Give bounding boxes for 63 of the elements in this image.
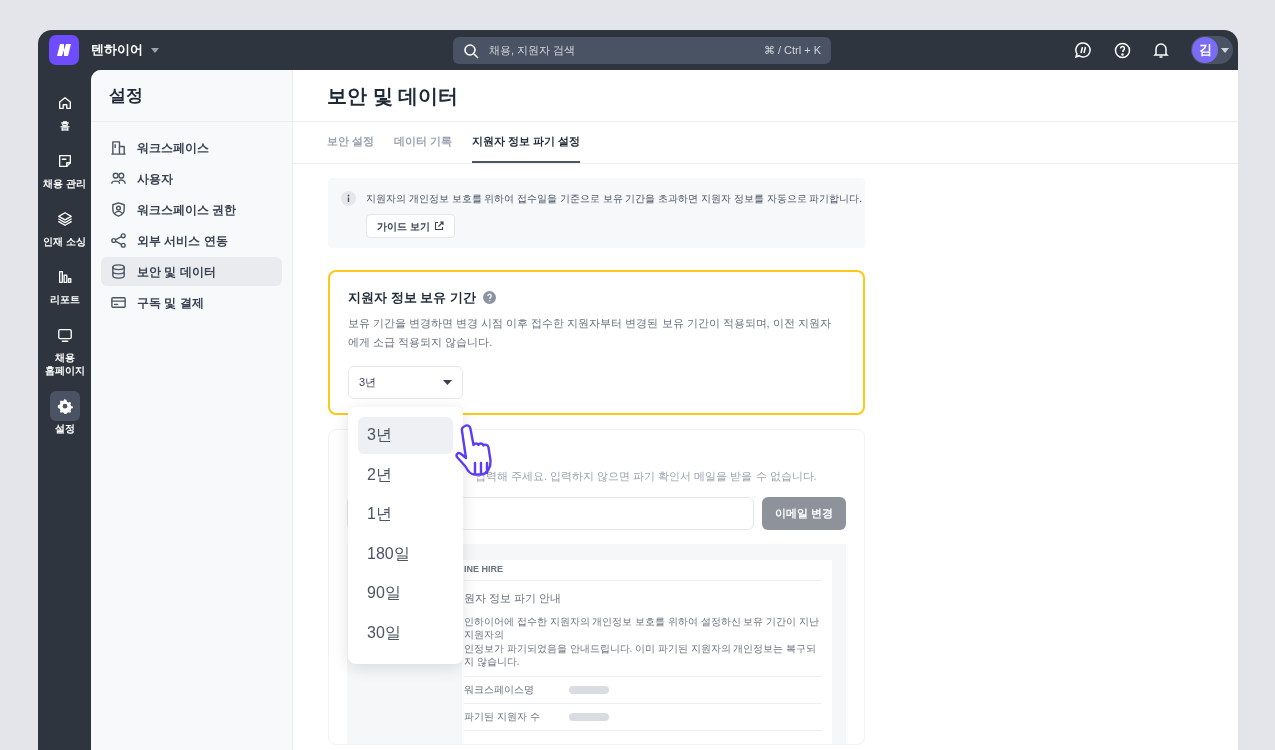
shortcut-hint: ⌘ / Ctrl + K: [763, 43, 821, 59]
nav-item[interactable]: 인재 소싱: [38, 204, 91, 248]
account-menu[interactable]: 김: [1191, 36, 1233, 64]
workspace-switcher[interactable]: 텐하이어: [91, 40, 159, 60]
monitor-icon: [56, 327, 73, 343]
dropdown-option[interactable]: 3년: [358, 416, 453, 454]
caret-icon: [1221, 47, 1229, 53]
bar-chart-icon: [56, 269, 73, 285]
users-icon: [110, 170, 127, 187]
dropdown-option[interactable]: 2년: [358, 456, 453, 493]
section-description: 보유 기간을 변경하면 변경 시점 이후 접수한 지원자부터 변경된 보유 기간이 적용되며, 이전 지원자에게 소급 적용되지 않습니다.: [348, 315, 832, 350]
sidebar-item[interactable]: 보안 및 데이터: [101, 257, 282, 286]
bell-icon[interactable]: [1153, 41, 1169, 59]
dropdown-option[interactable]: 1년: [358, 495, 453, 533]
dropdown-option[interactable]: 30일: [358, 614, 453, 651]
shield-icon: [110, 201, 127, 218]
tab[interactable]: 지원자 정보 파기 설정: [472, 121, 581, 163]
email-input[interactable]: [347, 497, 754, 530]
sidebar-item[interactable]: 사용자: [101, 164, 282, 193]
credit-card-icon: [110, 294, 127, 311]
nav-item[interactable]: 채용 관리: [38, 146, 91, 190]
placeholder-bar: [569, 685, 609, 694]
nav-item[interactable]: 설정: [38, 391, 91, 435]
dropdown-option[interactable]: 90일: [358, 574, 453, 612]
note-icon: [56, 153, 73, 169]
nav-item[interactable]: 리포트: [38, 262, 91, 306]
search-field[interactable]: 채용, 지원자 검색 ⌘ / Ctrl + K: [453, 37, 831, 64]
period-dropdown[interactable]: 3년: [348, 365, 463, 399]
search-icon: [463, 42, 479, 59]
sidebar-title: 설정: [109, 84, 143, 107]
sidebar-item[interactable]: 워크스페이스: [101, 133, 282, 162]
email-body-line: 인하이어에 접수한 지원자의 개인정보 보호를 위하여 설정하신 보유 기간이 지난 지원자의: [464, 614, 820, 641]
email-body-line: 인정보가 파기되었음을 안내드립니다. 이미 파기된 지원자의 개인정보는 복구되지 않습니다.: [464, 641, 818, 668]
notice-text: 지원자의 개인정보 보호를 위하여 접수일을 기준으로 보유 기간을 초과하면 지원자 정보를 자동으로 파기합니다.: [366, 192, 863, 206]
brand-name: INE HIRE: [464, 563, 503, 577]
database-icon: [110, 263, 127, 280]
caret-icon: [443, 379, 452, 385]
home-icon: [56, 95, 73, 111]
layers-icon: [56, 211, 73, 227]
field-label: 파기된 지원자 수: [464, 710, 541, 724]
page-title: 보안 및 데이터: [327, 83, 459, 109]
email-title: 원자 정보 파기 안내: [464, 591, 563, 606]
settings-icon: [56, 398, 73, 414]
field-label: 워크스페이스명: [464, 683, 535, 697]
logo-icon[interactable]: [49, 35, 79, 65]
info-icon: [341, 191, 356, 206]
caret-icon: [151, 47, 159, 53]
section-title: 지원자 정보 보유 기간: [348, 289, 476, 307]
user-avatar: 김: [1192, 37, 1218, 63]
help-icon[interactable]: [1114, 41, 1131, 59]
building-icon: [110, 139, 127, 156]
nav-item[interactable]: 홈: [38, 88, 91, 132]
guide-button[interactable]: 가이드 보기: [366, 214, 455, 238]
sidebar-item[interactable]: 워크스페이스 권한: [101, 195, 282, 224]
sidebar-item[interactable]: 구독 및 결제: [101, 288, 282, 317]
sidebar-item[interactable]: 외부 서비스 연동: [101, 226, 282, 255]
search-input[interactable]: 채용, 지원자 검색: [489, 42, 764, 59]
external-link-icon: [433, 221, 444, 231]
nav-item[interactable]: 채용 홈페이지: [38, 320, 91, 377]
share-icon: [110, 232, 127, 249]
dropdown-option[interactable]: 180일: [358, 535, 453, 572]
placeholder-bar: [569, 712, 609, 721]
chat-icon[interactable]: [1074, 41, 1092, 59]
